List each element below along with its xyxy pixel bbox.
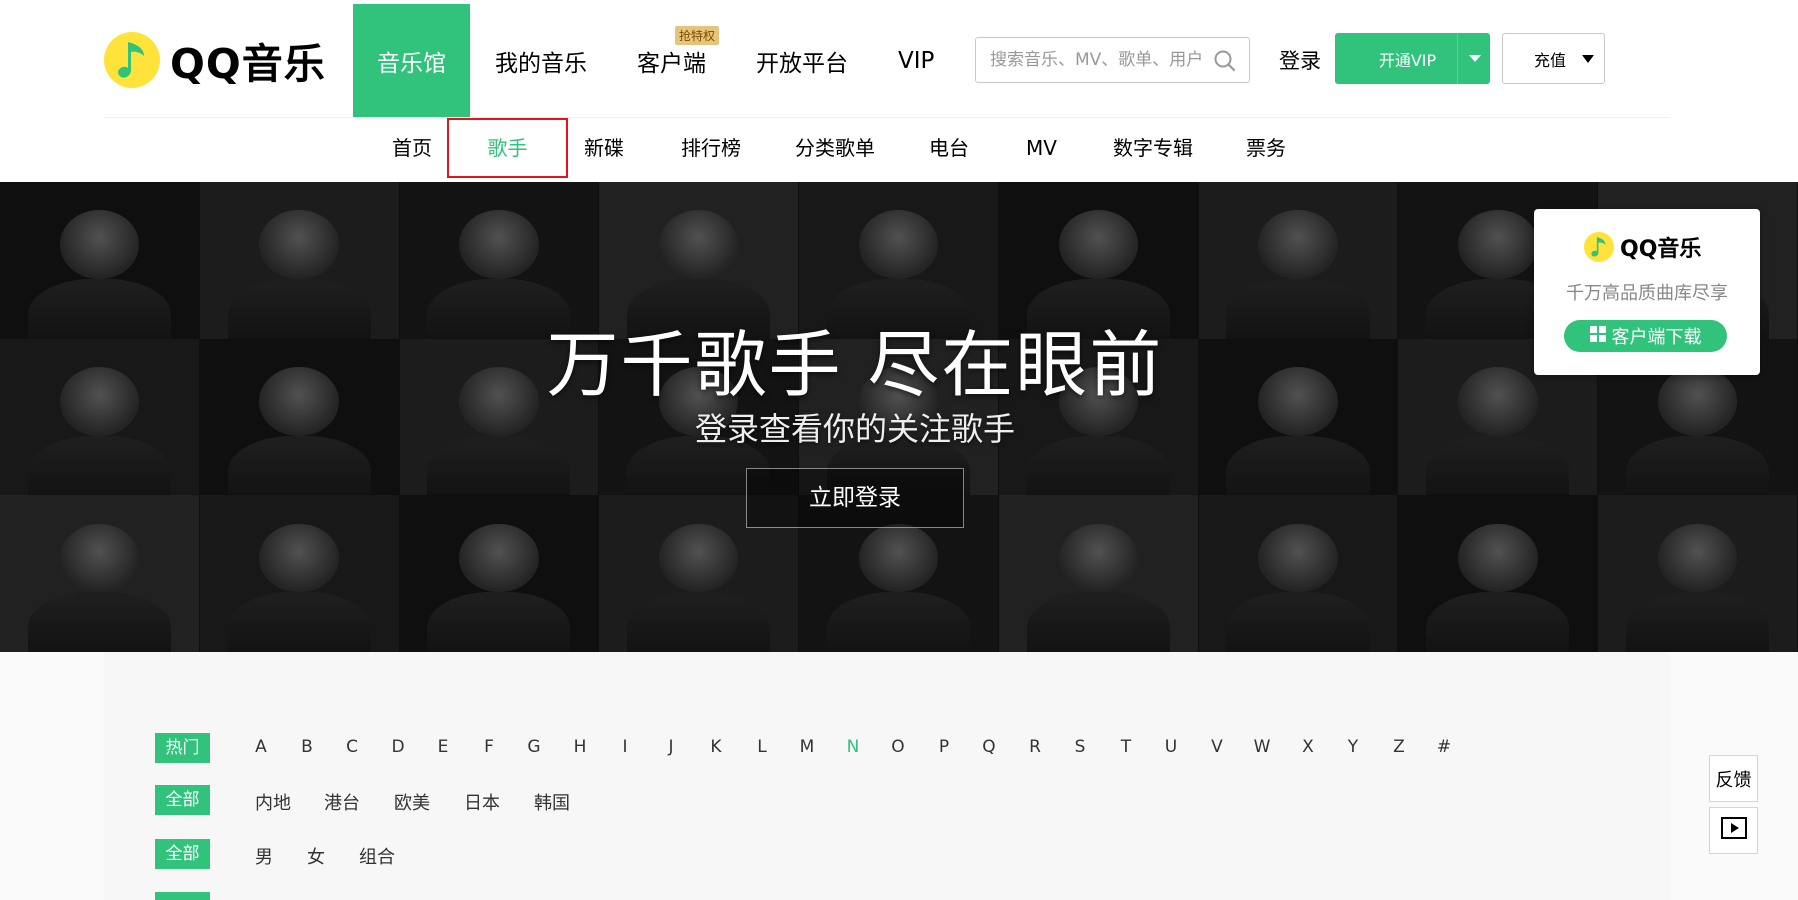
login-link[interactable]: 登录 (1279, 45, 1321, 75)
recharge-button[interactable]: 充值 (1502, 33, 1605, 84)
open-vip-label: 开通VIP (1378, 50, 1437, 70)
player-button[interactable] (1709, 807, 1758, 854)
card-logo-text: QQ音乐 (1620, 237, 1702, 262)
search-box (975, 37, 1250, 83)
client-download-label: 客户端下载 (1611, 327, 1702, 348)
feedback-button[interactable]: 反馈 (1709, 755, 1758, 802)
letter-index-item[interactable]: Z (1387, 737, 1411, 757)
vip-button-divider (1457, 33, 1458, 84)
letter-index-item[interactable]: O (886, 737, 910, 757)
logo-text: QQ音乐 (170, 40, 326, 88)
sex-option-female[interactable]: 女 (307, 843, 325, 869)
letter-index-item[interactable]: X (1296, 737, 1320, 757)
genre-filter-row (155, 892, 210, 900)
sex-filter-row: 全部 (155, 839, 210, 869)
nav-music-hall[interactable]: 音乐馆 (353, 4, 470, 117)
banner-subtitle: 登录查看你的关注歌手 (694, 410, 1015, 448)
search-icon[interactable] (1213, 49, 1237, 77)
login-now-button[interactable]: 立即登录 (746, 468, 964, 528)
genre-filter-all[interactable] (155, 892, 210, 900)
letter-index-item[interactable]: G (522, 737, 546, 757)
letter-index-item[interactable]: Y (1341, 737, 1365, 757)
site-header: QQ音乐 音乐馆 我的音乐 客户端 抢特权 开放平台 VIP 登录 开通VIP … (0, 0, 1798, 117)
qq-music-logo-icon (104, 32, 160, 88)
nav-my-music[interactable]: 我的音乐 (470, 4, 612, 117)
letter-index-item[interactable]: V (1205, 737, 1229, 757)
logo[interactable]: QQ音乐 (104, 30, 326, 90)
area-option-korea[interactable]: 韩国 (534, 789, 570, 815)
area-filter-row: 全部 (155, 785, 210, 815)
letter-index-item[interactable]: K (704, 737, 728, 757)
play-icon (1720, 817, 1747, 844)
sub-nav: 首页 歌手 新碟 排行榜 分类歌单 电台 MV 数字专辑 票务 (0, 118, 1798, 182)
privilege-badge: 抢特权 (674, 26, 719, 45)
letter-index-item[interactable]: M (795, 737, 819, 757)
letter-index-item[interactable]: P (932, 737, 956, 757)
subnav-singers[interactable]: 歌手 (447, 118, 568, 178)
letter-index-item[interactable]: I (613, 737, 637, 757)
caret-down-icon[interactable] (1469, 55, 1481, 62)
area-option-mainland[interactable]: 内地 (255, 789, 291, 815)
subnav-tickets[interactable]: 票务 (1246, 118, 1286, 178)
subnav-playlists[interactable]: 分类歌单 (795, 118, 875, 178)
nav-open-platform[interactable]: 开放平台 (731, 4, 873, 117)
nav-client-label: 客户端 (637, 50, 706, 77)
letter-index-item[interactable]: C (340, 737, 364, 757)
area-option-hk-tw[interactable]: 港台 (324, 789, 360, 815)
letter-index-item[interactable]: W (1250, 737, 1274, 757)
letter-index-item[interactable]: E (431, 737, 455, 757)
subnav-mv[interactable]: MV (1026, 118, 1057, 178)
open-vip-button[interactable]: 开通VIP (1335, 33, 1490, 84)
windows-icon (1589, 325, 1606, 347)
search-input[interactable] (976, 38, 1206, 82)
nav-vip[interactable]: VIP (873, 4, 959, 117)
nav-client[interactable]: 客户端 抢特权 (612, 4, 731, 117)
letter-index-item[interactable]: U (1159, 737, 1183, 757)
letter-index-item[interactable]: N (841, 737, 865, 757)
singer-filter-panel (104, 652, 1670, 900)
area-option-western[interactable]: 欧美 (394, 789, 430, 815)
subnav-digital-albums[interactable]: 数字专辑 (1113, 118, 1193, 178)
index-filter-hot[interactable]: 热门 (155, 733, 210, 763)
index-filter-row: 热门 (155, 733, 210, 763)
banner-title: 万千歌手 尽在眼前 (546, 323, 1164, 407)
sex-filter-all[interactable]: 全部 (155, 839, 210, 869)
main-nav: 音乐馆 我的音乐 客户端 抢特权 开放平台 VIP (353, 4, 959, 117)
letter-index-item[interactable]: A (249, 737, 273, 757)
recharge-label: 充值 (1534, 50, 1567, 70)
area-filter-all[interactable]: 全部 (155, 785, 210, 815)
client-download-card: QQ音乐 千万高品质曲库尽享 客户端下载 (1534, 209, 1760, 375)
area-option-japan[interactable]: 日本 (464, 789, 500, 815)
letter-index-item[interactable]: Q (977, 737, 1001, 757)
letter-index-item[interactable]: R (1023, 737, 1047, 757)
letter-index-item[interactable]: L (750, 737, 774, 757)
sex-option-group[interactable]: 组合 (359, 843, 395, 869)
singer-banner: 万千歌手 尽在眼前 登录查看你的关注歌手 立即登录 (0, 182, 1798, 652)
letter-index-item[interactable]: F (477, 737, 501, 757)
letter-index-item[interactable]: # (1432, 737, 1456, 757)
letter-index-item[interactable]: H (568, 737, 592, 757)
letter-index-item[interactable]: J (659, 737, 683, 757)
card-slogan: 千万高品质曲库尽享 (1566, 283, 1728, 304)
letter-index-item[interactable]: S (1068, 737, 1092, 757)
subnav-new-albums[interactable]: 新碟 (584, 118, 624, 178)
qq-music-logo-icon (1584, 232, 1614, 262)
client-download-button[interactable]: 客户端下载 (1564, 320, 1727, 352)
subnav-charts[interactable]: 排行榜 (681, 118, 741, 178)
card-logo: QQ音乐 (1584, 231, 1701, 263)
letter-index-item[interactable]: T (1114, 737, 1138, 757)
sex-option-male[interactable]: 男 (255, 843, 273, 869)
subnav-radio[interactable]: 电台 (929, 118, 969, 178)
letter-index-item[interactable]: B (295, 737, 319, 757)
subnav-home[interactable]: 首页 (392, 118, 432, 178)
letter-index-item[interactable]: D (386, 737, 410, 757)
caret-down-icon (1582, 55, 1594, 63)
